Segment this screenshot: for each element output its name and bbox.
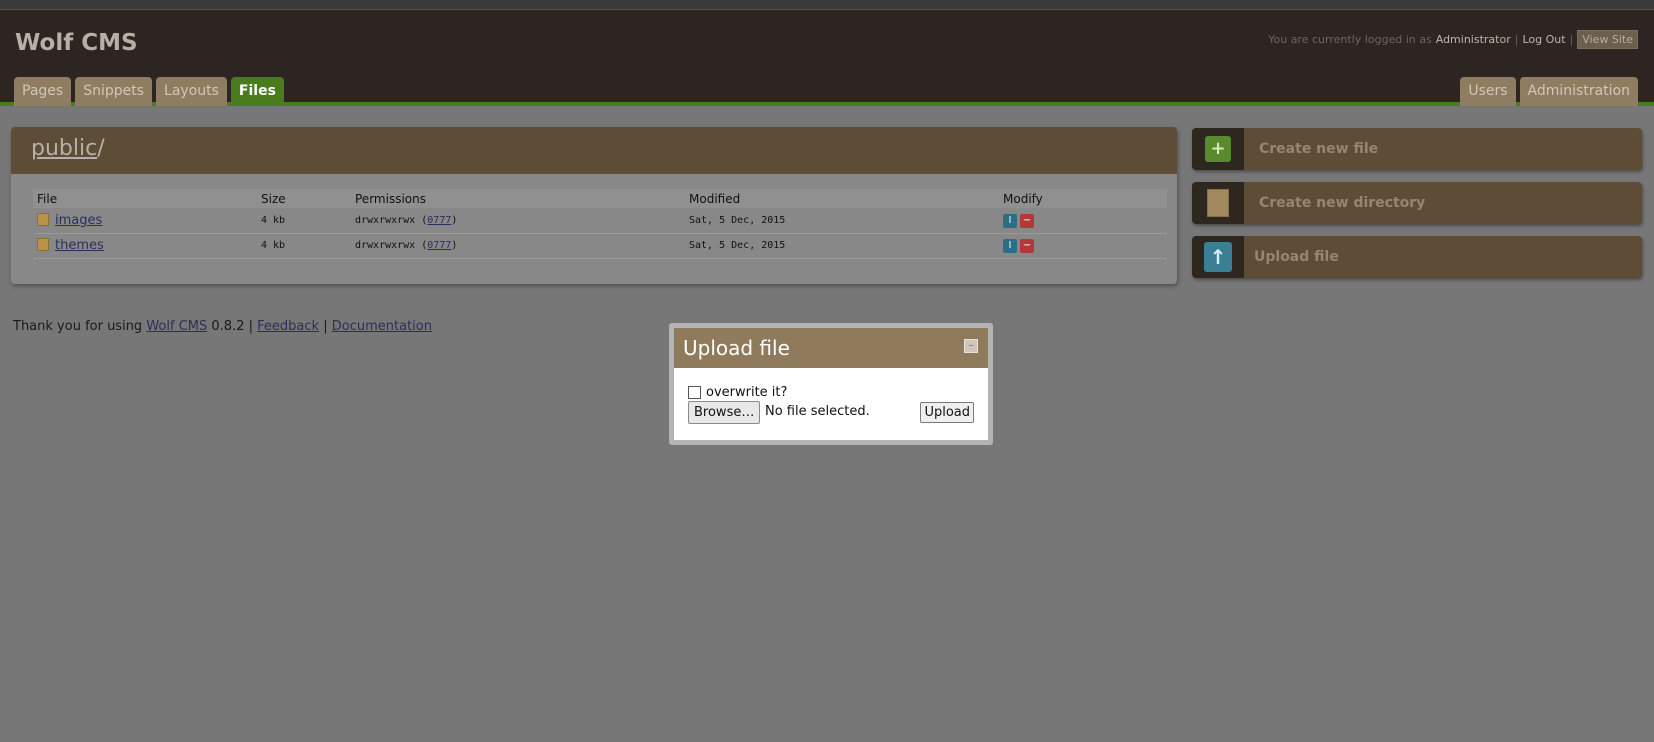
files-panel: public/ File Size Permissions Modified M… [11,127,1177,284]
logout-link[interactable]: Log Out [1522,33,1565,46]
browser-top-strip [0,0,1654,10]
delete-icon[interactable]: − [1020,213,1034,228]
size-cell: 4 kb [257,208,351,234]
tab-pages[interactable]: Pages [14,77,72,106]
modify-cell: I − [999,233,1167,259]
modify-cell: I − [999,208,1167,234]
separator: | [1514,33,1519,46]
sidebar: + Create new file Create new directory ↑… [1192,128,1642,290]
footer-version: 0.8.2 [211,319,245,334]
footer-prefix: Thank you for using [13,319,143,334]
upload-file-button[interactable]: ↑ Upload file [1192,236,1642,278]
logged-in-text: You are currently logged in as [1268,33,1432,46]
file-link[interactable]: images [55,213,102,228]
upload-file-label: Upload file [1254,249,1339,265]
overwrite-row: overwrite it? [688,385,787,400]
size-cell: 4 kb [257,233,351,259]
file-status-text: No file selected. [765,404,870,419]
rename-icon[interactable]: I [1003,238,1017,253]
plus-icon: + [1205,136,1231,162]
rename-icon[interactable]: I [1003,213,1017,228]
breadcrumb-public-link[interactable]: public [31,136,97,161]
tab-administration[interactable]: Administration [1519,77,1638,106]
icon-box [1192,182,1244,224]
upload-arrow-icon: ↑ [1204,242,1232,272]
upload-button[interactable]: Upload [920,402,974,423]
separator: | [323,319,328,334]
file-link[interactable]: themes [55,238,104,253]
folder-icon [37,212,49,226]
wolf-cms-link[interactable]: Wolf CMS [146,319,207,334]
permissions-code-link[interactable]: 0777 [427,215,451,226]
modified-cell: Sat, 5 Dec, 2015 [685,208,999,234]
column-permissions: Permissions [351,189,685,208]
overwrite-label: overwrite it? [706,385,788,400]
breadcrumb: public/ [31,136,105,161]
column-size: Size [257,189,351,208]
permissions-text: drwxrwxrwx [355,214,416,226]
delete-icon[interactable]: − [1020,238,1034,253]
permissions-code-link[interactable]: 0777 [427,240,451,251]
upload-dialog: Upload file – overwrite it? Browse… No f… [669,323,993,445]
permissions-text: drwxrwxrwx [355,240,416,251]
view-site-button[interactable]: View Site [1577,30,1638,49]
file-cell: themes [33,233,257,259]
documentation-link[interactable]: Documentation [332,319,432,334]
column-modify: Modify [999,189,1167,208]
tab-users[interactable]: Users [1460,77,1516,106]
admin-tabs: Users Administration [1460,77,1638,106]
tab-layouts[interactable]: Layouts [156,77,227,106]
permissions-paren-close: ) [451,240,458,251]
icon-box: ↑ [1192,236,1244,278]
dialog-body: overwrite it? Browse… No file selected. … [674,368,988,440]
tab-snippets[interactable]: Snippets [75,77,153,106]
create-directory-label: Create new directory [1259,195,1426,211]
feedback-link[interactable]: Feedback [257,319,319,334]
folder-icon [1207,189,1229,217]
create-file-label: Create new file [1259,141,1379,157]
panel-header: public/ [11,127,1177,174]
column-modified: Modified [685,189,999,208]
table-row: images 4 kb drwxrwxrwx (0777) Sat, 5 Dec… [33,208,1167,234]
separator: | [1569,33,1574,46]
tab-files[interactable]: Files [230,77,284,106]
user-info: You are currently logged in as Administr… [1268,30,1638,49]
table-header-row: File Size Permissions Modified Modify [33,189,1167,208]
main-tabs: Pages Snippets Layouts Files [14,77,284,106]
table-row: themes 4 kb drwxrwxrwx (0777) Sat, 5 Dec… [33,233,1167,259]
footer: Thank you for using Wolf CMS 0.8.2 | Fee… [13,319,432,334]
user-name: Administrator [1435,33,1511,46]
site-title: Wolf CMS [15,30,138,56]
permissions-paren-close: ) [451,214,458,226]
file-cell: images [33,208,257,234]
create-file-button[interactable]: + Create new file [1192,128,1642,170]
modified-cell: Sat, 5 Dec, 2015 [685,233,999,259]
file-table: File Size Permissions Modified Modify im… [33,189,1167,259]
permissions-cell: drwxrwxrwx (0777) [351,233,685,259]
browse-button[interactable]: Browse… [688,401,761,424]
separator: | [248,319,253,334]
permissions-cell: drwxrwxrwx (0777) [351,208,685,234]
create-directory-button[interactable]: Create new directory [1192,182,1642,224]
folder-icon [37,238,49,251]
app-header: Wolf CMS You are currently logged in as … [0,10,1654,106]
dialog-header: Upload file – [674,328,988,368]
icon-box: + [1192,128,1244,170]
close-icon[interactable]: – [964,339,978,353]
dialog-title: Upload file [683,336,790,360]
breadcrumb-slash: / [97,136,105,161]
overwrite-checkbox[interactable] [688,386,701,399]
column-file: File [33,189,257,208]
